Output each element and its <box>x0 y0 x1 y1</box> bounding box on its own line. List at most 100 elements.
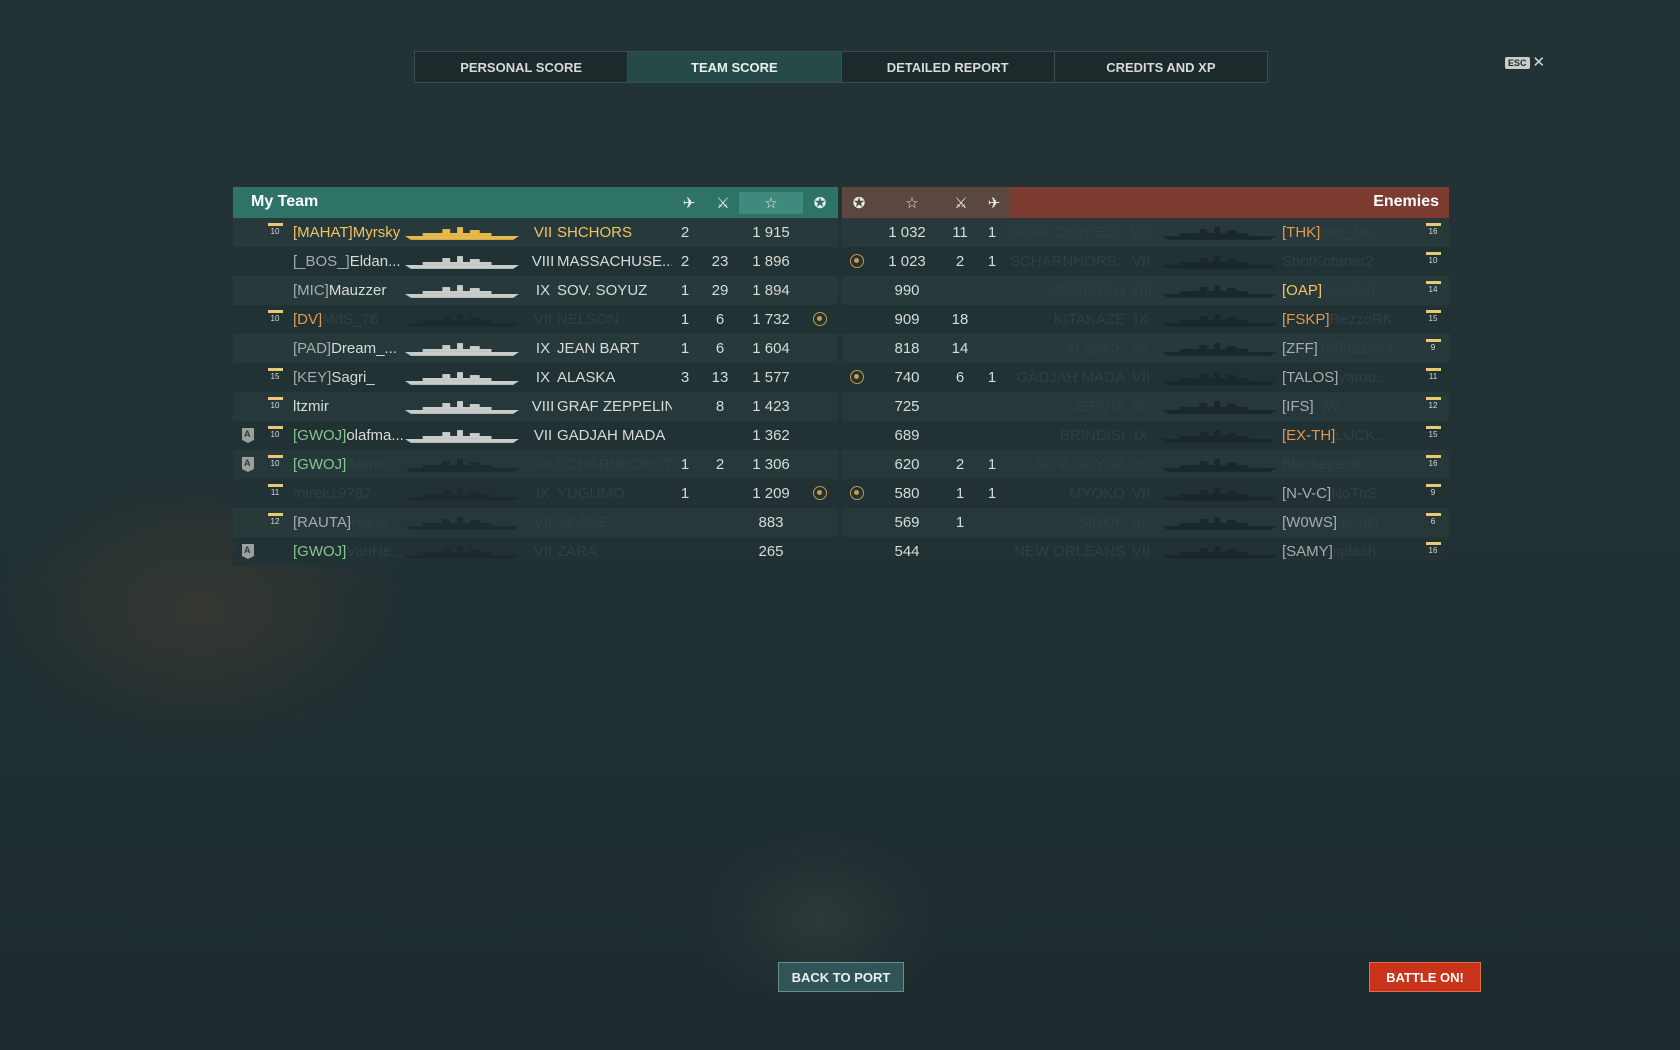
table-row: 10 [MAHAT]Myrsky VII SHCHORS 2 1 915 1 032 11 1 G… <box>233 218 1449 247</box>
my-team-row: 10 [MAHAT]Myrsky VII SHCHORS 2 1 915 <box>233 218 838 247</box>
tab-team-score[interactable]: TEAM SCORE <box>628 52 842 82</box>
ship-name: GADJAH MADA <box>557 427 666 444</box>
esc-key-label: ESC <box>1505 57 1530 69</box>
player-name[interactable]: mirek19782 <box>293 479 403 508</box>
player-name[interactable]: [THK]Her_Ma... <box>1282 218 1422 247</box>
planes-destroyed: 3 <box>680 369 690 386</box>
battle-on-button[interactable]: BATTLE ON! <box>1369 962 1481 992</box>
player-name[interactable]: [W0WS]gerald... <box>1282 508 1422 537</box>
ship-silhouette <box>1161 227 1277 240</box>
player-name[interactable]: [FSKP]RezzoRK <box>1282 305 1422 334</box>
player-name[interactable]: [N-V-C]NoTriS <box>1282 479 1422 508</box>
base-xp: 1 604 <box>752 340 790 357</box>
laurel-icon <box>850 370 864 384</box>
kills-count: 6 <box>715 311 725 328</box>
tab-personal-score[interactable]: PERSONAL SCORE <box>415 52 629 82</box>
rank-badge: 9 <box>1423 483 1443 505</box>
planes-destroyed <box>675 421 695 450</box>
enemy-row: 580 1 1 MYŌKŌ VII [N-V-C]NoTriS 9 <box>842 479 1449 508</box>
kills-count <box>707 537 733 566</box>
planes-destroyed: 2 <box>680 224 690 241</box>
planes-destroyed <box>982 508 1002 537</box>
player-name[interactable]: [TALOS]yarou... <box>1282 363 1422 392</box>
ship-silhouette <box>1161 314 1277 327</box>
player-name[interactable]: [MAHAT]Myrsky <box>293 218 403 247</box>
kills-count: 11 <box>952 224 968 241</box>
ship-name: NEW ORLEANS <box>1014 543 1125 560</box>
ship-silhouette <box>1161 372 1277 385</box>
ship-name: ALASKA <box>557 369 616 386</box>
base-xp: 909 <box>894 311 920 328</box>
rank-badge: 15 <box>1423 425 1443 447</box>
planes-destroyed <box>675 537 695 566</box>
player-name[interactable]: [SAMY]splash... <box>1282 537 1422 566</box>
my-team-row: [PAD]Dream_... IX JEAN BART 1 6 1 604 <box>233 334 838 363</box>
plane-icon: ✈ <box>682 195 696 212</box>
player-name[interactable]: Blackeye003 <box>1282 450 1422 479</box>
rank-badge: 11 <box>265 483 285 505</box>
player-name[interactable]: [ZFF]709821894 <box>1282 334 1422 363</box>
ship-silhouette <box>1161 517 1277 530</box>
ship-tier: VII <box>533 311 553 328</box>
ship-name: KITAKAZE <box>1053 311 1125 328</box>
table-row: [MIC]Mauzzer IX SOV. SOYUZ 1 29 1 894 990 MONAR… <box>233 276 1449 305</box>
rank-badge: 12 <box>265 512 285 534</box>
kills-count: 2 <box>955 456 965 473</box>
player-name[interactable]: [OAP]Scottish... <box>1282 276 1422 305</box>
player-name[interactable]: [GWOJ]Admir... <box>293 450 403 479</box>
division-anchor-icon <box>242 428 254 443</box>
ship-silhouette <box>404 401 520 414</box>
kills-count: 8 <box>715 398 725 415</box>
player-name[interactable]: [GWOJ]olafma... <box>293 421 403 450</box>
base-xp: 1 306 <box>752 456 790 473</box>
enemies-header: ✪ ☆ ⚔ ✈ Enemies <box>842 187 1449 218</box>
star-icon: ☆ <box>739 192 803 214</box>
base-xp: 265 <box>758 543 784 560</box>
back-to-port-button[interactable]: BACK TO PORT <box>778 962 904 992</box>
tab-detailed-report[interactable]: DETAILED REPORT <box>842 52 1055 82</box>
planes-destroyed: 1 <box>987 369 997 386</box>
my-team-row: 15 [KEY]Sagri_ IX ALASKA 3 13 1 577 <box>233 363 838 392</box>
ship-tier: IX <box>535 340 551 357</box>
ship-name: NELSON <box>557 311 619 328</box>
base-xp: 1 915 <box>752 224 790 241</box>
ship-silhouette <box>1161 256 1277 269</box>
kills-count <box>947 421 973 450</box>
ship-name: BRINDISI <box>1059 427 1125 444</box>
player-name[interactable]: [PAD]Dream_... <box>293 334 403 363</box>
ship-name: SHCHORS <box>557 224 633 241</box>
tab-credits-and-xp[interactable]: CREDITS AND XP <box>1055 52 1267 82</box>
player-name[interactable]: [EX-TH]LUCK... <box>1282 421 1422 450</box>
ship-name: MONARCH <box>1047 282 1126 299</box>
enemy-row: 689 BRINDISI IX [EX-TH]LUCK... 15 <box>842 421 1449 450</box>
player-name[interactable]: [IFS]_jW <box>1282 392 1422 421</box>
crossed-swords-icon: ⚔ <box>954 195 968 212</box>
table-row: [_BOS_]Eldan... VIII MASSACHUSE... 2 23 1 896… <box>233 247 1449 276</box>
team-score-board: My Team ✈ ⚔ ☆ ✪ ✪ ☆ ⚔ ✈ Enemies 10 [MAHAT… <box>233 187 1449 566</box>
ship-tier: VIII <box>1129 224 1153 241</box>
close-button[interactable]: ESC ✕ <box>1505 55 1545 70</box>
planes-destroyed <box>982 392 1002 421</box>
player-name[interactable]: [MIC]Mauzzer <box>293 276 403 305</box>
ship-name: SOV. SOYUZ <box>557 282 648 299</box>
enemy-row: 909 18 KITAKAZE IX [FSKP]RezzoRK 15 <box>842 305 1449 334</box>
base-xp: 544 <box>894 543 920 560</box>
enemy-row: 740 6 1 GADJAH MADA VII [TALOS]yarou... 11 <box>842 363 1449 392</box>
kills-count: 1 <box>955 514 965 531</box>
player-name[interactable]: [_BOS_]Eldan... <box>293 247 403 276</box>
player-name[interactable]: [RAUTA]Hone... <box>293 508 403 537</box>
player-name[interactable]: ltzmir <box>293 392 403 421</box>
base-xp: 1 577 <box>752 369 790 386</box>
my-team-row: 10 [GWOJ]Admir... VIISCHARNHORST 1 2 1 306 <box>233 450 838 479</box>
rank-badge: 9 <box>1423 338 1443 360</box>
kills-count: 29 <box>711 282 729 299</box>
player-name[interactable]: ShotKotaner2 <box>1282 247 1422 276</box>
player-name[interactable]: [DV]MdS_76 <box>293 305 403 334</box>
player-name[interactable]: [GWOJ]VanHe... <box>293 537 403 566</box>
ship-tier: IX <box>1133 340 1149 357</box>
planes-destroyed: 1 <box>680 456 690 473</box>
table-row: 12 [RAUTA]Hone... VII SKÅNE 883 569 1 SINOP VII[… <box>233 508 1449 537</box>
player-name[interactable]: [KEY]Sagri_ <box>293 363 403 392</box>
rank-badge: 10 <box>265 222 285 244</box>
ship-name: JEAN BART <box>557 340 640 357</box>
